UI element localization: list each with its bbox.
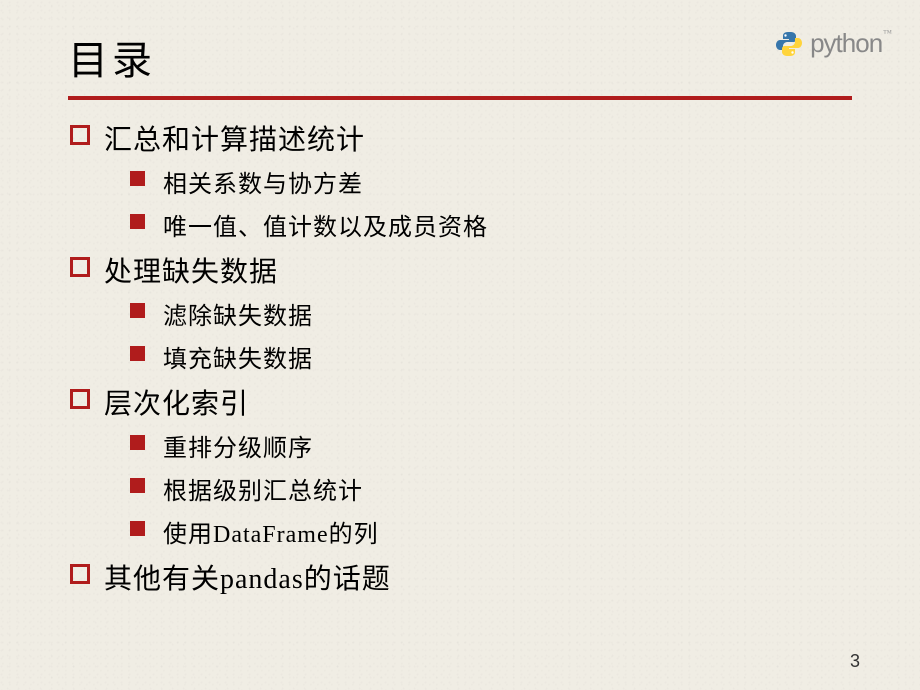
section-label: 层次化索引 — [104, 382, 249, 422]
item-label: 填充缺失数据 — [163, 339, 313, 374]
item-label: 使用DataFrame的列 — [163, 514, 379, 549]
toc-section: 其他有关pandas的话题 — [70, 557, 852, 597]
toc-content: 汇总和计算描述统计 相关系数与协方差 唯一值、值计数以及成员资格 处理缺失数据 … — [68, 118, 852, 597]
filled-square-bullet-icon — [130, 521, 145, 536]
toc-section: 汇总和计算描述统计 — [70, 118, 852, 158]
toc-item: 滤除缺失数据 — [130, 296, 852, 331]
hollow-square-bullet-icon — [70, 564, 90, 584]
filled-square-bullet-icon — [130, 171, 145, 186]
filled-square-bullet-icon — [130, 435, 145, 450]
toc-item: 唯一值、值计数以及成员资格 — [130, 207, 852, 242]
section-label: 汇总和计算描述统计 — [104, 118, 365, 158]
slide-title: 目录 — [68, 28, 852, 86]
python-icon — [774, 29, 804, 59]
slide-container: python™ 目录 汇总和计算描述统计 相关系数与协方差 唯一值、值计数以及成… — [0, 0, 920, 690]
toc-item: 填充缺失数据 — [130, 339, 852, 374]
filled-square-bullet-icon — [130, 346, 145, 361]
hollow-square-bullet-icon — [70, 389, 90, 409]
toc-section: 处理缺失数据 — [70, 250, 852, 290]
title-underline — [68, 96, 852, 100]
toc-subitems: 相关系数与协方差 唯一值、值计数以及成员资格 — [70, 164, 852, 242]
toc-subitems: 滤除缺失数据 填充缺失数据 — [70, 296, 852, 374]
toc-item: 重排分级顺序 — [130, 428, 852, 463]
item-label: 唯一值、值计数以及成员资格 — [163, 207, 488, 242]
filled-square-bullet-icon — [130, 478, 145, 493]
item-label: 根据级别汇总统计 — [163, 471, 363, 506]
toc-item: 相关系数与协方差 — [130, 164, 852, 199]
hollow-square-bullet-icon — [70, 257, 90, 277]
page-number: 3 — [850, 651, 860, 672]
item-label: 滤除缺失数据 — [163, 296, 313, 331]
section-label: 其他有关pandas的话题 — [104, 557, 391, 597]
hollow-square-bullet-icon — [70, 125, 90, 145]
python-logo: python™ — [774, 28, 892, 59]
filled-square-bullet-icon — [130, 303, 145, 318]
section-label: 处理缺失数据 — [104, 250, 278, 290]
filled-square-bullet-icon — [130, 214, 145, 229]
toc-item: 使用DataFrame的列 — [130, 514, 852, 549]
item-label: 重排分级顺序 — [163, 428, 313, 463]
item-label: 相关系数与协方差 — [163, 164, 363, 199]
logo-text: python™ — [810, 28, 892, 59]
toc-item: 根据级别汇总统计 — [130, 471, 852, 506]
toc-subitems: 重排分级顺序 根据级别汇总统计 使用DataFrame的列 — [70, 428, 852, 549]
toc-section: 层次化索引 — [70, 382, 852, 422]
